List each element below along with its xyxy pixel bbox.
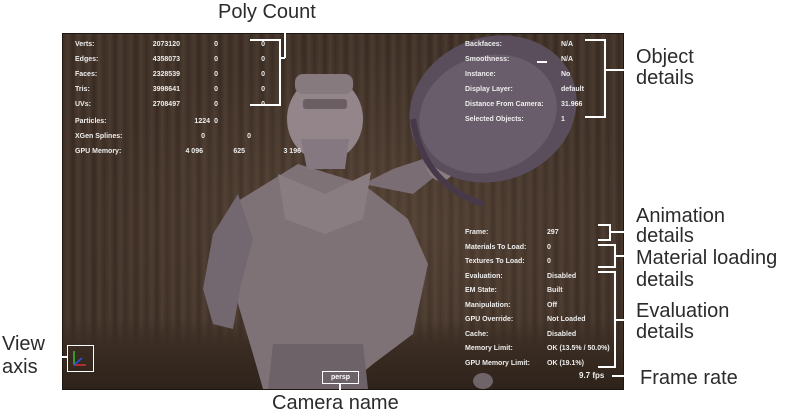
frame-value: 297 [547, 229, 559, 236]
object-details-callout-line2: details [636, 67, 694, 89]
uvs-value-2: 0 [214, 101, 218, 108]
particles-value-2: 0 [214, 118, 218, 125]
instance-value: No [561, 71, 571, 78]
edges-value: 4358073 [152, 56, 180, 63]
textures-to-load-value: 0 [547, 258, 551, 265]
uvs-value: 2708497 [152, 101, 180, 108]
edges-value-2: 0 [214, 56, 218, 63]
material-loading-callout-line1: Material loading [636, 247, 778, 269]
poly-count-hud: Verts: 2073120 0 0 Edges: 4358073 0 0 Fa… [75, 41, 301, 155]
verts-value-3: 0 [261, 41, 265, 48]
animation-callout-line1: Animation [636, 205, 725, 227]
evaluation-label: Evaluation: [465, 272, 503, 280]
em-state-label: EM State: [465, 287, 497, 294]
tris-value-3: 0 [261, 86, 265, 93]
backfaces-value: N/A [561, 41, 574, 48]
edges-label: Edges: [75, 56, 99, 63]
em-state-value: Built [547, 287, 563, 294]
frame-rate-callout: Frame rate [640, 367, 738, 389]
evaluation-value: Disabled [547, 272, 577, 280]
selected-objects-label: Selected Objects: [465, 116, 524, 123]
frame-label: Frame: [465, 229, 489, 236]
uvs-value-3: 0 [261, 101, 265, 108]
object-details-callout-line1: Object [636, 46, 694, 68]
verts-value-2: 0 [214, 41, 218, 48]
selected-objects-value: 1 [561, 116, 565, 123]
gpu-memory-value-3: 3 196 [283, 148, 301, 155]
gpu-override-label: GPU Override: [465, 316, 514, 323]
smoothness-label: Smoothness: [465, 56, 510, 63]
gpu-memory-value: 4 096 [185, 148, 203, 155]
gpu-memory-limit-label: GPU Memory Limit: [465, 359, 530, 367]
display-layer-value: default [561, 86, 584, 93]
material-loading-callout-line2: details [636, 269, 694, 291]
particles-label: Particles: [75, 118, 107, 125]
backfaces-label: Backfaces: [465, 41, 502, 48]
gpu-memory-limit-value: OK (19.1%) [547, 359, 584, 367]
distance-from-camera-value: 31.966 [561, 101, 583, 108]
manipulation-value: Off [547, 301, 558, 309]
view-axis-icon [73, 351, 86, 366]
view-axis-callout-line1: View [2, 333, 45, 355]
tris-label: Tris: [75, 86, 90, 93]
materials-to-load-label: Materials To Load: [465, 243, 527, 251]
materials-to-load-value: 0 [547, 243, 551, 251]
uvs-label: UVs: [75, 101, 91, 108]
faces-label: Faces: [75, 71, 98, 78]
xgen-splines-value: 0 [201, 133, 205, 140]
viewport-panel[interactable]: Verts: 2073120 0 0 Edges: 4358073 0 0 Fa… [62, 33, 624, 390]
animation-callout-line2: details [636, 225, 694, 247]
manipulation-label: Manipulation: [465, 301, 511, 309]
xgen-splines-label: XGen Splines: [75, 133, 123, 140]
evaluation-callout-line1: Evaluation [636, 300, 730, 322]
gpu-memory-value-2: 625 [233, 148, 245, 155]
faces-value-3: 0 [261, 71, 265, 78]
gpu-memory-label: GPU Memory: [75, 148, 122, 155]
gpu-override-value: Not Loaded [547, 316, 586, 323]
faces-value-2: 0 [214, 71, 218, 78]
distance-from-camera-label: Distance From Camera: [465, 101, 544, 108]
cache-value: Disabled [547, 330, 577, 338]
lower-details-hud: Frame: 297 Materials To Load: 0 Textures… [465, 229, 621, 369]
smoothness-value: N/A [561, 56, 574, 63]
tris-value-2: 0 [214, 86, 218, 93]
verts-value: 2073120 [152, 41, 180, 48]
object-details-hud: Backfaces: N/A Smoothness: N/A Instance:… [465, 41, 615, 131]
display-layer-label: Display Layer: [465, 86, 513, 93]
memory-limit-label: Memory Limit: [465, 345, 513, 352]
view-axis-callout-line2: axis [2, 356, 38, 378]
xgen-splines-value-2: 0 [247, 133, 251, 140]
camera-name-box[interactable]: persp [322, 371, 359, 384]
view-axis-box [67, 345, 94, 372]
camera-name-callout: Camera name [272, 392, 399, 414]
verts-label: Verts: [75, 41, 95, 48]
poly-count-callout: Poly Count [218, 1, 316, 23]
edges-value-3: 0 [261, 56, 265, 63]
instance-label: Instance: [465, 71, 496, 78]
faces-value: 2328539 [152, 71, 180, 78]
tris-value: 3998641 [152, 86, 180, 93]
evaluation-callout-line2: details [636, 321, 694, 343]
cache-label: Cache: [465, 330, 489, 338]
frame-rate-readout: 9.7 fps [579, 371, 605, 380]
textures-to-load-label: Textures To Load: [465, 258, 525, 265]
memory-limit-value: OK (13.5% / 50.0%) [547, 345, 610, 352]
